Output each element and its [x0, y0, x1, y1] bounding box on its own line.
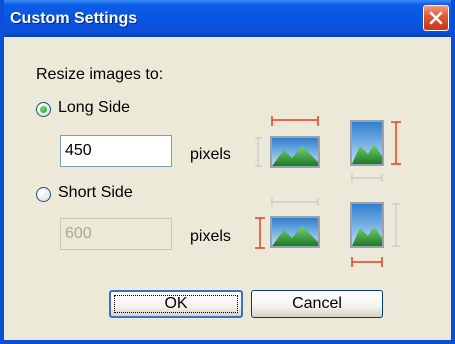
cancel-button-label: Cancel: [292, 295, 342, 312]
landscape-height-measure-icon: [255, 198, 320, 249]
long-side-unit-label: pixels: [190, 146, 231, 163]
radio-selected-dot: [40, 106, 47, 113]
short-side-pixels-input[interactable]: 600: [60, 218, 172, 250]
portrait-width-measure-icon: [350, 202, 400, 267]
short-side-unit-label: pixels: [190, 228, 231, 245]
long-side-pixels-input[interactable]: 450: [60, 135, 172, 167]
long-side-label[interactable]: Long Side: [58, 99, 130, 117]
landscape-width-measure-icon: [255, 116, 320, 168]
ok-button[interactable]: OK: [109, 290, 243, 318]
focus-rect: [114, 295, 238, 313]
portrait-height-measure-icon: [350, 120, 401, 182]
custom-settings-dialog: Custom Settings Resize images to: Long S…: [0, 0, 455, 344]
close-button[interactable]: [423, 5, 449, 31]
short-side-radio[interactable]: [36, 187, 51, 202]
title-bar: Custom Settings: [4, 0, 451, 37]
short-side-label[interactable]: Short Side: [58, 184, 133, 202]
window-title: Custom Settings: [10, 10, 138, 27]
close-icon: [429, 11, 443, 25]
long-side-radio[interactable]: [36, 102, 51, 117]
cancel-button[interactable]: Cancel: [251, 290, 383, 318]
resize-prompt-label: Resize images to:: [36, 66, 164, 83]
